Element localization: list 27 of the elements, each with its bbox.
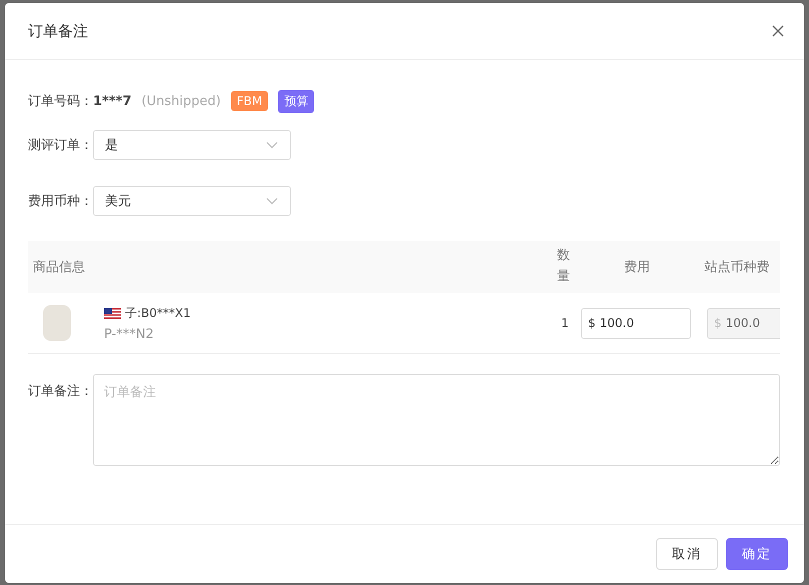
- field-label: 费用币种：: [28, 193, 93, 210]
- flag-icon: [104, 308, 121, 318]
- product-photo-placeholder: [43, 305, 71, 341]
- chevron-down-icon: [266, 141, 278, 149]
- note-label: 订单备注：: [28, 383, 93, 401]
- quantity-cell-text: 1: [560, 316, 570, 330]
- fee-input[interactable]: $ 100.0: [581, 308, 691, 338]
- column-header: 费用: [623, 259, 651, 276]
- select-field[interactable]: 美元: [93, 186, 291, 216]
- field-label: 测评订单：: [28, 137, 93, 154]
- column-header: 商品信息: [32, 259, 86, 276]
- close-icon[interactable]: [772, 25, 784, 37]
- order-status: (Unshipped): [142, 94, 221, 108]
- order-number: 1***7: [93, 94, 132, 108]
- select-field[interactable]: 是: [93, 130, 291, 160]
- order-tag: 预算: [278, 90, 314, 112]
- cancel-button[interactable]: 取消: [656, 538, 718, 570]
- column-header: 数量: [557, 247, 570, 286]
- child-asin: 子:B0***X1: [125, 304, 191, 322]
- column-header: 站点币种费: [704, 259, 770, 276]
- note-textarea[interactable]: 订单备注: [93, 374, 780, 466]
- dialog-title: 订单备注: [28, 22, 88, 40]
- product-sku: P-***N2: [104, 326, 155, 342]
- chevron-down-icon: [266, 197, 278, 205]
- confirm-button[interactable]: 确定: [726, 538, 788, 570]
- order-number-label: 订单号码：: [28, 93, 93, 110]
- order-tag: FBM: [230, 91, 268, 111]
